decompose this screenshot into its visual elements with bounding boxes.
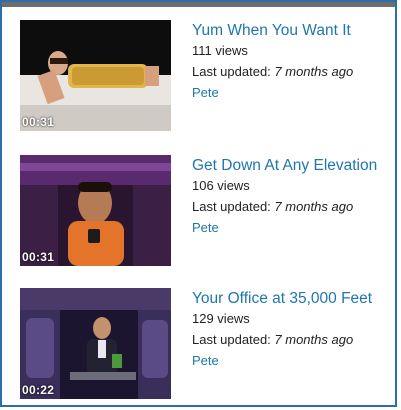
video-thumbnail[interactable]: 00:31 [20,155,171,266]
author-link[interactable]: Pete [192,350,392,371]
last-updated-ago: 7 months ago [274,332,354,347]
video-title-link[interactable]: Get Down At Any Elevation [192,157,392,175]
duration-label: 00:31 [22,250,55,264]
video-title-link[interactable]: Your Office at 35,000 Feet [192,290,392,308]
video-meta: Your Office at 35,000 Feet 129 views Las… [192,290,392,371]
video-item: 00:31 Get Down At Any Elevation 106 view… [20,155,390,267]
video-title-link[interactable]: Yum When You Want It [192,22,392,40]
duration-label: 00:22 [22,383,55,397]
last-updated: Last updated: 7 months ago [192,196,392,217]
video-item: 00:31 Yum When You Want It 111 views Las… [20,20,390,132]
duration-label: 00:31 [22,115,55,129]
last-updated-label: Last updated: [192,64,275,79]
last-updated: Last updated: 7 months ago [192,329,392,350]
author-link[interactable]: Pete [192,217,392,238]
video-meta: Get Down At Any Elevation 106 views Last… [192,157,392,238]
view-count: 129 views [192,311,250,326]
view-count: 111 views [192,43,248,58]
video-meta: Yum When You Want It 111 views Last upda… [192,22,392,103]
author-link[interactable]: Pete [192,82,392,103]
video-thumbnail[interactable]: 00:31 [20,20,171,131]
last-updated: Last updated: 7 months ago [192,61,392,82]
last-updated-ago: 7 months ago [274,64,354,79]
last-updated-label: Last updated: [192,199,275,214]
last-updated-ago: 7 months ago [274,199,354,214]
video-list-panel: 00:31 Yum When You Want It 111 views Las… [0,0,397,407]
video-item: 00:22 Your Office at 35,000 Feet 129 vie… [20,288,390,400]
video-thumbnail[interactable]: 00:22 [20,288,171,399]
last-updated-label: Last updated: [192,332,275,347]
view-count: 106 views [192,178,250,193]
